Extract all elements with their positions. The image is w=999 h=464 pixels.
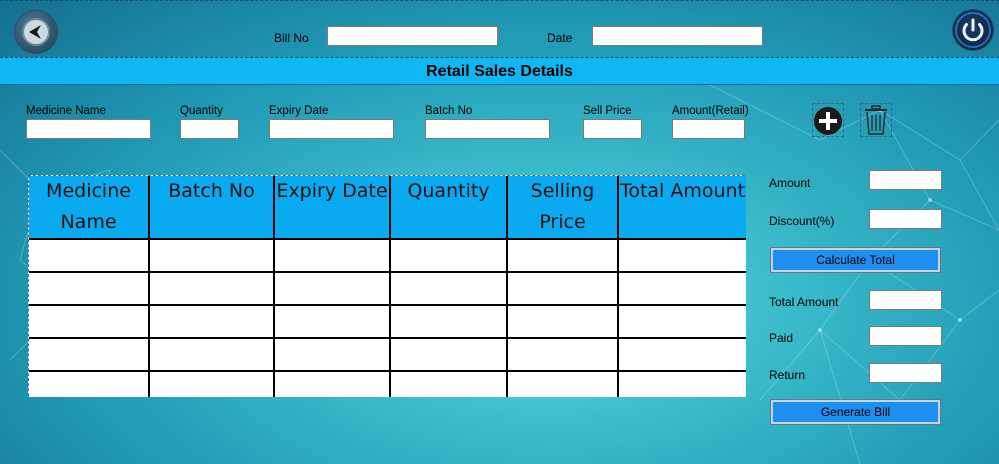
table-row[interactable] bbox=[29, 305, 746, 339]
table-cell[interactable] bbox=[274, 239, 391, 273]
sales-grid[interactable]: Medicine Name Batch No Expiry Date Quant… bbox=[28, 175, 746, 397]
sell-price-label: Sell Price bbox=[583, 105, 632, 117]
discount-input[interactable] bbox=[869, 209, 942, 229]
date-label: Date bbox=[547, 31, 573, 45]
quantity-input[interactable] bbox=[180, 119, 239, 139]
bill-no-label: Bill No bbox=[274, 31, 309, 45]
table-cell[interactable] bbox=[507, 371, 619, 397]
power-icon bbox=[955, 12, 991, 48]
table-cell[interactable] bbox=[618, 371, 746, 397]
delete-item-button[interactable] bbox=[860, 103, 892, 137]
table-cell[interactable] bbox=[29, 272, 150, 306]
back-button[interactable] bbox=[14, 10, 58, 54]
bill-no-input[interactable] bbox=[327, 26, 498, 46]
column-header-medicine-name[interactable]: Medicine Name bbox=[29, 176, 150, 240]
paid-input[interactable] bbox=[869, 326, 942, 346]
quantity-label: Quantity bbox=[180, 105, 223, 117]
medicine-name-label: Medicine Name bbox=[26, 105, 106, 117]
calculate-total-button[interactable]: Calculate Total bbox=[770, 247, 941, 273]
table-cell[interactable] bbox=[149, 305, 275, 339]
total-amount-label: Total Amount bbox=[769, 295, 839, 309]
table-cell[interactable] bbox=[507, 305, 619, 339]
expiry-date-label: Expiry Date bbox=[269, 105, 329, 117]
amount-retail-input[interactable] bbox=[672, 119, 745, 139]
sell-price-input[interactable] bbox=[583, 119, 642, 139]
table-cell[interactable] bbox=[618, 239, 746, 273]
table-cell[interactable] bbox=[390, 371, 508, 397]
table-row[interactable] bbox=[29, 371, 746, 397]
column-header-total-amount[interactable]: Total Amount bbox=[618, 176, 746, 240]
medicine-name-input[interactable] bbox=[26, 119, 151, 139]
power-button[interactable] bbox=[952, 9, 994, 51]
column-header-batch-no[interactable]: Batch No bbox=[149, 176, 275, 240]
table-cell[interactable] bbox=[149, 239, 275, 273]
batch-no-label: Batch No bbox=[425, 105, 473, 117]
table-cell[interactable] bbox=[274, 371, 391, 397]
table-cell[interactable] bbox=[390, 338, 508, 372]
table-cell[interactable] bbox=[507, 272, 619, 306]
table-cell[interactable] bbox=[507, 338, 619, 372]
table-row[interactable] bbox=[29, 272, 746, 306]
back-arrow-icon bbox=[22, 18, 50, 46]
total-amount-input[interactable] bbox=[869, 290, 942, 310]
discount-label: Discount(%) bbox=[769, 214, 835, 228]
top-bar bbox=[0, 0, 999, 57]
page-title: Retail Sales Details bbox=[0, 57, 999, 85]
table-cell[interactable] bbox=[149, 338, 275, 372]
table-cell[interactable] bbox=[149, 272, 275, 306]
table-cell[interactable] bbox=[390, 239, 508, 273]
table-cell[interactable] bbox=[274, 338, 391, 372]
table-cell[interactable] bbox=[618, 305, 746, 339]
table-cell[interactable] bbox=[29, 239, 150, 273]
column-header-selling-price[interactable]: Selling Price bbox=[507, 176, 619, 240]
table-row[interactable] bbox=[29, 338, 746, 372]
paid-label: Paid bbox=[769, 331, 794, 345]
batch-no-input[interactable] bbox=[425, 119, 550, 139]
generate-bill-button[interactable]: Generate Bill bbox=[770, 399, 941, 425]
amount-label: Amount bbox=[769, 176, 811, 190]
table-cell[interactable] bbox=[390, 272, 508, 306]
column-header-expiry-date[interactable]: Expiry Date bbox=[274, 176, 391, 240]
table-cell[interactable] bbox=[29, 338, 150, 372]
plus-circle-icon bbox=[814, 107, 842, 135]
amount-retail-label: Amount(Retail) bbox=[672, 105, 749, 117]
column-header-quantity[interactable]: Quantity bbox=[390, 176, 508, 240]
table-cell[interactable] bbox=[274, 305, 391, 339]
table-cell[interactable] bbox=[507, 239, 619, 273]
amount-input[interactable] bbox=[869, 170, 942, 190]
table-cell[interactable] bbox=[390, 305, 508, 339]
table-cell[interactable] bbox=[618, 272, 746, 306]
table-row[interactable] bbox=[29, 239, 746, 273]
table-cell[interactable] bbox=[29, 371, 150, 397]
trash-icon bbox=[865, 105, 887, 135]
add-item-button[interactable] bbox=[812, 103, 844, 137]
expiry-date-input[interactable] bbox=[269, 119, 394, 139]
date-input[interactable] bbox=[592, 26, 763, 46]
table-cell[interactable] bbox=[149, 371, 275, 397]
return-input[interactable] bbox=[869, 363, 942, 383]
table-cell[interactable] bbox=[29, 305, 150, 339]
return-label: Return bbox=[769, 368, 806, 382]
table-cell[interactable] bbox=[618, 338, 746, 372]
table-cell[interactable] bbox=[274, 272, 391, 306]
